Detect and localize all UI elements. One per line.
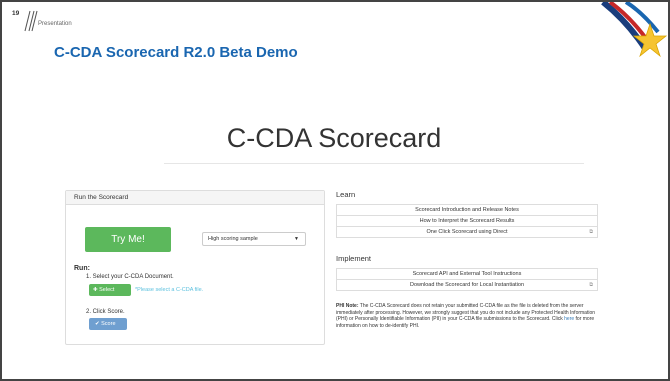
sample-select[interactable]: High scoring sample ▼ [202,232,306,246]
implement-link-download[interactable]: Download the Scorecard for Local Instant… [336,279,598,291]
star-logo-icon [601,2,668,58]
slide-number: 19 [12,10,20,17]
select-file-hint: *Please select a C-CDA file. [135,287,204,293]
phi-note-label: PHI Note: [336,303,359,309]
step-2-text: 2. Click Score. [86,309,125,315]
slash-decoration-icon [24,10,38,32]
phi-note-text-1: The C-CDA Scorecard does not retain your… [336,303,596,322]
external-link-icon: ⧉ [589,229,593,235]
app-title: C-CDA Scorecard [226,123,442,153]
learn-links: Scorecard Introduction and Release Notes… [336,204,598,238]
run-scorecard-panel: Run the Scorecard Try Me! High scoring s… [65,190,325,345]
implement-heading: Implement [336,254,372,263]
external-link-icon: ⧉ [589,282,593,288]
panel-heading: Run the Scorecard [66,191,324,205]
learn-heading: Learn [336,190,356,199]
select-button-label: Select [99,287,115,293]
slide-section-label: Presentation [38,21,72,27]
sample-select-value: High scoring sample [208,236,258,242]
plus-icon: ✚ [93,287,98,293]
try-me-button[interactable]: Try Me! [85,227,171,252]
score-button-label: Score [101,321,116,327]
slide: 19 Presentation C-CDA Scorecard R2.0 Bet… [0,0,670,381]
phi-here-link[interactable]: here [564,316,574,322]
caret-down-icon: ▼ [294,236,299,242]
checkmark-icon: ✔ [95,321,100,327]
scorecard-app: C-CDA Scorecard Run the Scorecard Try Me… [54,99,614,361]
learn-link-direct-label: One Click Scorecard using Direct [426,229,508,235]
title-divider [164,163,584,164]
phi-note: PHI Note: The C-CDA Scorecard does not r… [336,303,598,329]
implement-link-download-label: Download the Scorecard for Local Instant… [409,282,525,288]
slide-title: C-CDA Scorecard R2.0 Beta Demo [54,44,298,61]
step-1-text: 1. Select your C-CDA Document. [86,274,174,280]
learn-link-direct[interactable]: One Click Scorecard using Direct ⧉ [336,226,598,238]
implement-links: Scorecard API and External Tool Instruct… [336,268,598,291]
run-label: Run: [74,265,90,272]
score-button[interactable]: ✔ Score [89,318,127,330]
select-file-button[interactable]: ✚ Select [89,284,131,296]
